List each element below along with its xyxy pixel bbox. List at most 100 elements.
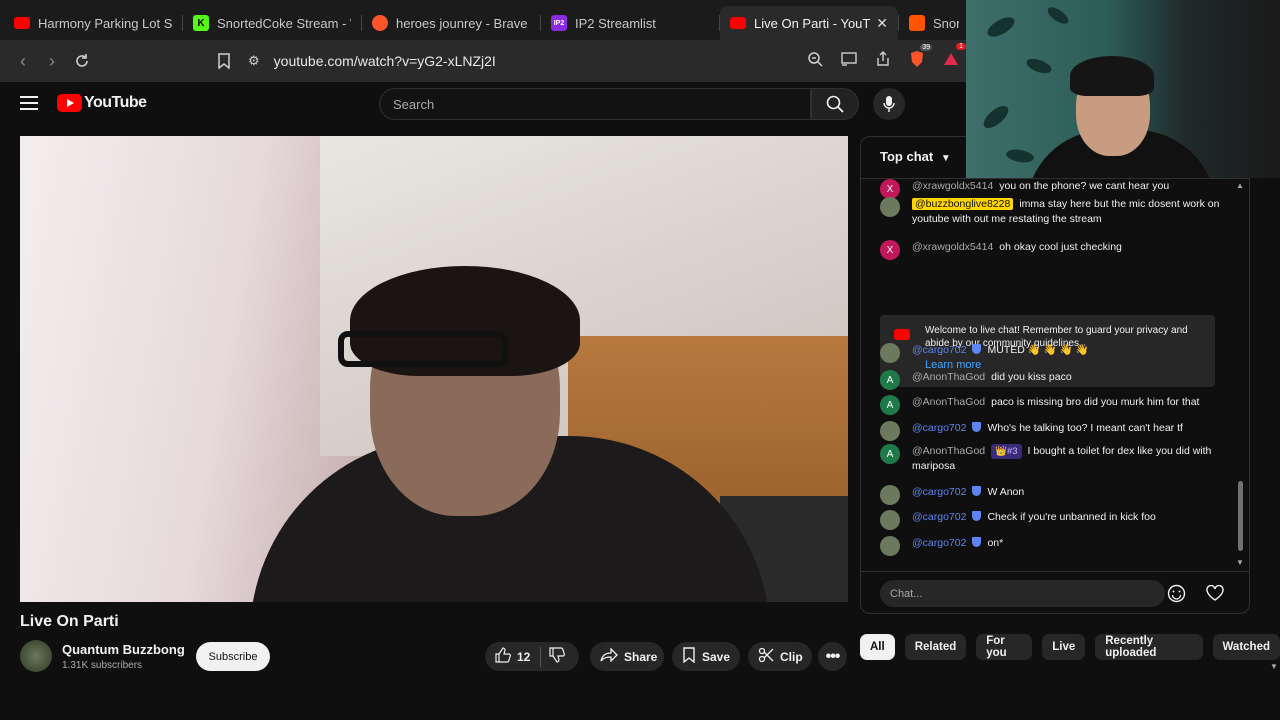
chip-related[interactable]: Related — [904, 634, 967, 660]
save-icon — [682, 646, 696, 667]
zoom-icon[interactable] — [804, 48, 826, 70]
chat-author[interactable]: @buzzbonglive8228 — [912, 198, 1014, 210]
save-label: Save — [702, 649, 731, 664]
chat-avatar[interactable]: A — [880, 395, 900, 415]
chip-watched[interactable]: Watched — [1212, 634, 1280, 660]
cast-icon[interactable] — [838, 48, 860, 70]
share-button[interactable]: Share — [590, 642, 664, 671]
chat-author[interactable]: @cargo702 — [912, 486, 966, 498]
chat-input-area: Chat... — [861, 571, 1249, 613]
share-page-icon[interactable] — [872, 48, 894, 70]
more-dots-icon: ••• — [825, 647, 841, 665]
tab-title: Harmony Parking Lot So — [38, 15, 172, 31]
chat-message[interactable]: A @AnonThaGod 👑#3 I bought a toilet for dex… — [880, 444, 1220, 474]
chat-author[interactable]: @AnonThaGod — [912, 371, 985, 383]
chevron-down-icon: ▼ — [940, 153, 951, 164]
chat-avatar[interactable]: X — [880, 179, 900, 199]
chat-message[interactable]: @cargo702 W Anon — [880, 485, 1220, 505]
chat-author[interactable]: @xrawgoldx5414 — [912, 241, 993, 253]
chat-author[interactable]: @cargo702 — [912, 422, 966, 434]
moderator-shield-icon — [972, 511, 982, 521]
chat-message[interactable]: @cargo702 MUTED 👋 👋 👋 👋 — [880, 343, 1220, 363]
page-scroll-down-icon[interactable]: ▼ — [1270, 662, 1278, 671]
chat-avatar[interactable] — [880, 197, 900, 217]
chat-input[interactable]: Chat... — [880, 580, 1165, 607]
chat-author[interactable]: @AnonThaGod — [912, 445, 985, 457]
video-title: Live On Parti — [20, 613, 119, 630]
chat-avatar[interactable] — [880, 510, 900, 530]
browser-tab[interactable]: Live On Parti - YouT ✕ — [720, 6, 898, 40]
chat-author[interactable]: @AnonThaGod — [912, 396, 985, 408]
chat-avatar[interactable]: A — [880, 370, 900, 390]
heart-icon[interactable] — [1206, 584, 1224, 606]
chat-avatar[interactable] — [880, 343, 900, 363]
browser-tab[interactable]: heroes jounrey - Brave S — [362, 6, 540, 40]
chat-author[interactable]: @xrawgoldx5414 — [912, 180, 993, 192]
chat-author[interactable]: @cargo702 — [912, 344, 966, 356]
brave-rewards-icon[interactable]: 1 — [940, 43, 966, 70]
chat-message[interactable]: X @xrawgoldx5414 oh okay cool just checkin… — [880, 240, 1220, 260]
like-button[interactable]: 12 — [485, 646, 531, 667]
chat-message[interactable]: @cargo702 on* — [880, 536, 1220, 556]
dislike-button[interactable] — [549, 647, 566, 666]
voice-search-button[interactable] — [873, 88, 905, 120]
chip-recently-uploaded[interactable]: Recently uploaded — [1095, 634, 1203, 660]
save-button[interactable]: Save — [672, 642, 740, 671]
brave-shields-icon[interactable]: 39 — [906, 44, 932, 70]
clip-label: Clip — [780, 649, 803, 664]
search-input[interactable]: Search — [379, 88, 811, 120]
thumbs-up-icon — [495, 646, 511, 667]
chat-message[interactable]: A @AnonThaGod paco is missing bro did you … — [880, 395, 1220, 415]
chat-message[interactable]: @cargo702 Check if you're unbanned in kic… — [880, 510, 1220, 530]
scissors-icon — [758, 647, 774, 667]
chat-scrollbar[interactable]: ▲ ▼ — [1235, 181, 1245, 567]
browser-tab[interactable]: K SnortedCoke Stream - W — [183, 6, 361, 40]
chat-author[interactable]: @cargo702 — [912, 511, 966, 523]
search-button[interactable] — [811, 88, 859, 120]
chat-avatar[interactable]: X — [880, 240, 900, 260]
chat-message[interactable]: @cargo702 Who's he talking too? I meant c… — [880, 421, 1220, 441]
subscribe-button[interactable]: Subscribe — [196, 642, 270, 671]
like-count: 12 — [517, 649, 531, 664]
chip-for-you[interactable]: For you — [976, 634, 1033, 660]
chat-message[interactable]: A @AnonThaGod did you kiss paco — [880, 370, 1220, 390]
channel-avatar[interactable] — [20, 640, 52, 672]
chat-message[interactable]: X @xrawgoldx5414 you on the phone? we cant… — [880, 179, 1220, 199]
browser-tab[interactable]: IP2 IP2 Streamlist — [541, 6, 719, 40]
share-label: Share — [624, 649, 658, 664]
top-chat-dropdown[interactable]: Top chat ▼ — [880, 149, 951, 164]
chip-all[interactable]: All — [860, 634, 895, 660]
video-player[interactable] — [20, 136, 848, 602]
youtube-logo[interactable]: YouTube — [57, 94, 147, 112]
reload-icon[interactable] — [67, 46, 97, 76]
chat-avatar[interactable] — [880, 421, 900, 441]
recommendation-chips: All Related For you Live Recently uploaded Wa… — [860, 634, 1280, 660]
channel-name[interactable]: Quantum Buzzbong — [62, 642, 185, 657]
chat-messages: Welcome to live chat! Remember to guard … — [861, 179, 1249, 571]
browser-tab[interactable]: Snorte — [899, 6, 969, 40]
clip-button[interactable]: Clip — [748, 642, 812, 671]
bookmark-icon[interactable] — [209, 46, 239, 76]
scroll-up-icon[interactable]: ▲ — [1236, 181, 1244, 190]
moderator-shield-icon — [972, 422, 982, 432]
chat-text: MUTED 👋 👋 👋 👋 — [987, 344, 1089, 356]
site-settings-icon[interactable]: ⚙ — [248, 53, 260, 69]
forward-icon[interactable]: › — [37, 46, 67, 76]
chat-avatar[interactable] — [880, 485, 900, 505]
chat-author[interactable]: @cargo702 — [912, 537, 966, 549]
chip-live[interactable]: Live — [1042, 634, 1086, 660]
close-tab-icon[interactable]: ✕ — [876, 15, 888, 32]
chat-avatar[interactable] — [880, 536, 900, 556]
back-icon[interactable]: ‹ — [8, 46, 38, 76]
more-actions-button[interactable]: ••• — [818, 642, 847, 671]
scroll-down-icon[interactable]: ▼ — [1236, 558, 1244, 567]
subscriber-count: 1.31K subscribers — [62, 660, 143, 671]
emoji-icon[interactable] — [1167, 584, 1186, 608]
chat-message[interactable]: @buzzbonglive8228 imma stay here but the … — [880, 197, 1220, 227]
hamburger-menu-icon[interactable] — [20, 96, 38, 110]
chat-avatar[interactable]: A — [880, 444, 900, 464]
browser-tab[interactable]: Harmony Parking Lot So — [4, 6, 182, 40]
microphone-icon — [883, 96, 895, 112]
tab-title: Snorte — [933, 15, 959, 31]
search-icon — [826, 95, 844, 113]
